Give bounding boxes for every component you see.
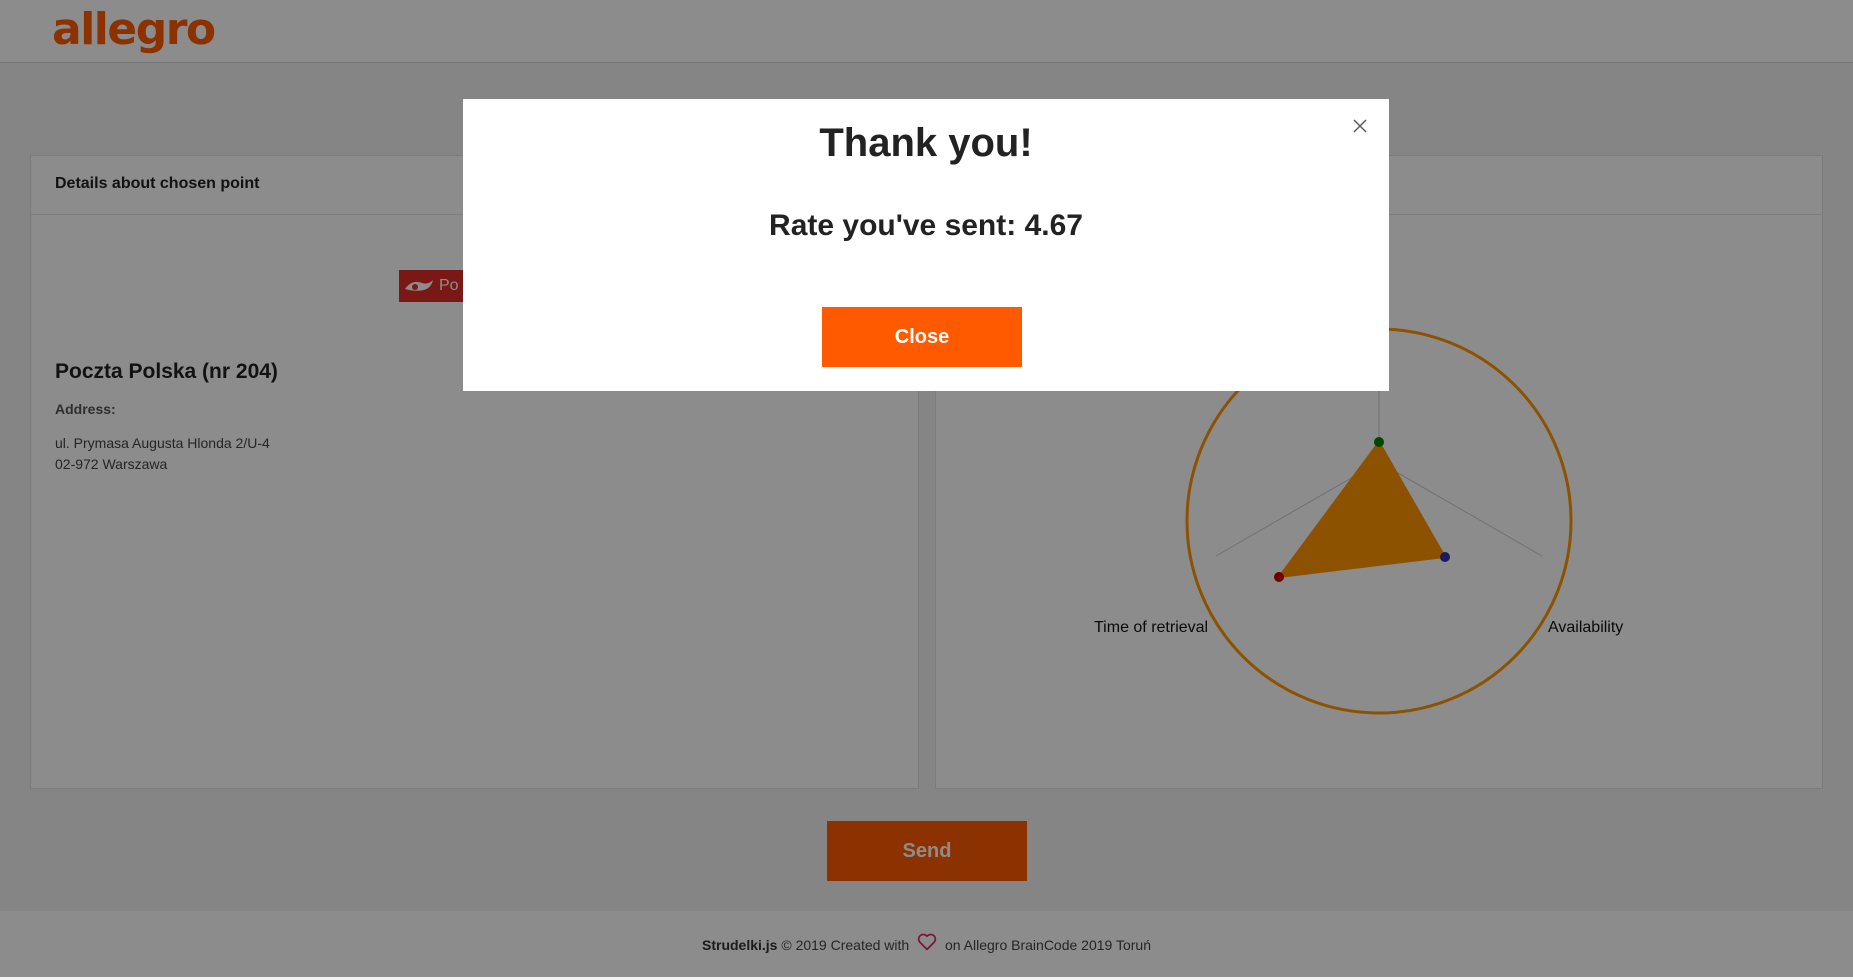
thank-you-modal: Thank you! Rate you've sent: 4.67 Close bbox=[463, 99, 1389, 391]
modal-title: Thank you! bbox=[819, 121, 1033, 165]
modal-close-button[interactable]: Close bbox=[822, 307, 1022, 367]
modal-rate-text: Rate you've sent: 4.67 bbox=[769, 209, 1083, 242]
